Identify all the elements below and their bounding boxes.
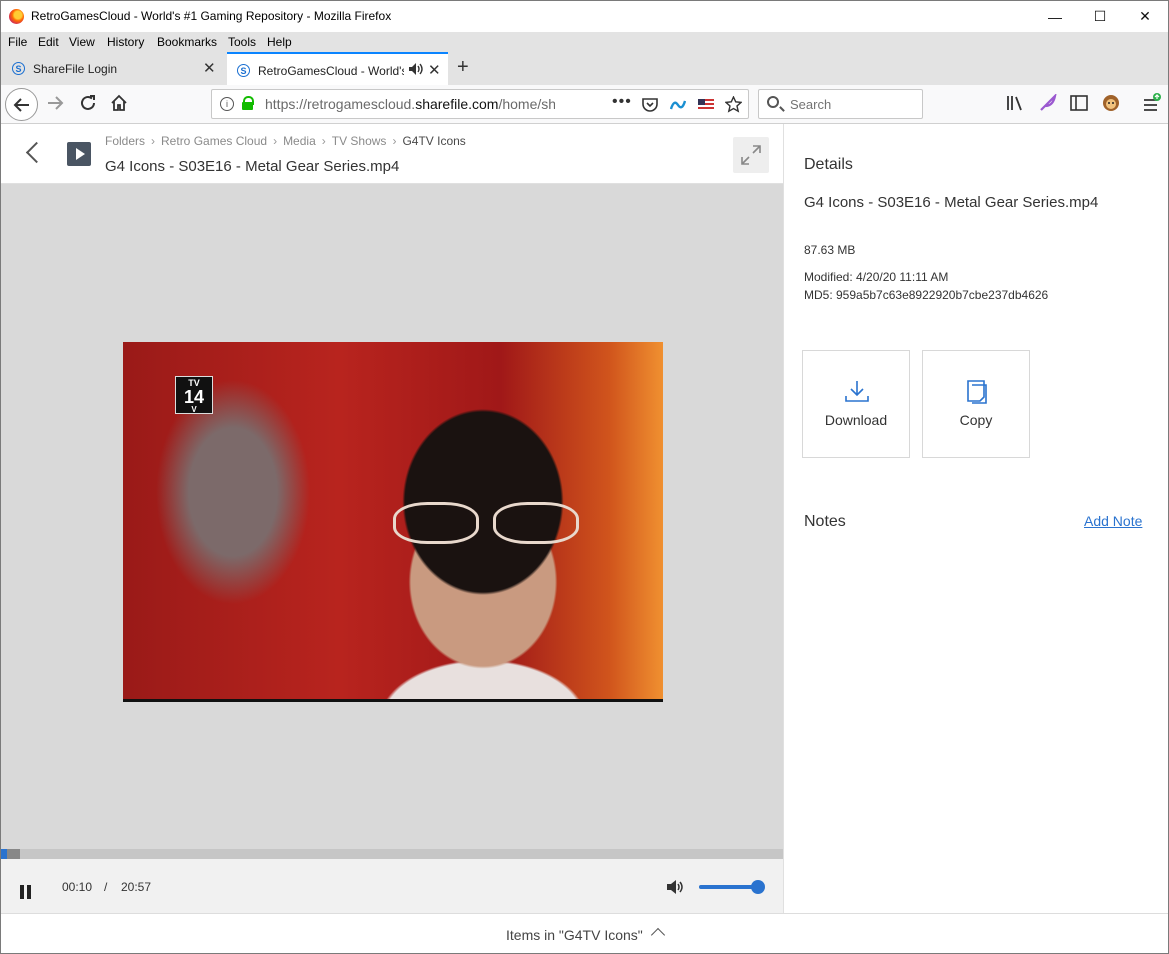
minimize-button[interactable]: —	[1032, 1, 1078, 32]
home-icon[interactable]	[110, 94, 128, 117]
menu-tools[interactable]: Tools	[228, 35, 256, 49]
seek-progress	[1, 849, 7, 859]
expand-arrows-icon	[741, 145, 761, 165]
breadcrumb-g4tv-icons[interactable]: G4TV Icons	[402, 134, 465, 148]
page-actions-ellipsis-icon[interactable]: •••	[612, 93, 632, 111]
breadcrumb-retro-games-cloud[interactable]: Retro Games Cloud	[161, 134, 267, 148]
firefox-logo-icon	[9, 9, 24, 24]
breadcrumb: Folders › Retro Games Cloud › Media › TV Shows…	[105, 134, 466, 148]
speaker-playing-icon[interactable]	[408, 62, 424, 79]
copy-icon	[967, 380, 987, 404]
breadcrumb-media[interactable]: Media	[283, 134, 316, 148]
library-icon[interactable]	[1006, 95, 1024, 116]
menu-edit[interactable]: Edit	[38, 35, 59, 49]
forward-arrow-icon[interactable]	[46, 95, 64, 116]
menu-bookmarks[interactable]: Bookmarks	[157, 35, 217, 49]
url-text[interactable]: https://retrogamescloud.sharefile.com/ho…	[265, 96, 555, 112]
volume-slider[interactable]	[699, 880, 765, 894]
close-button[interactable]: ✕	[1122, 1, 1168, 32]
sidebar-toggle-icon[interactable]	[1070, 95, 1088, 116]
details-panel: Details G4 Icons - S03E16 - Metal Gear S…	[783, 124, 1168, 913]
window-title: RetroGamesCloud - World's #1 Gaming Repo…	[31, 9, 392, 23]
back-chevron-icon[interactable]	[25, 141, 39, 165]
menu-view[interactable]: View	[69, 35, 95, 49]
details-file-name: G4 Icons - S03E16 - Metal Gear Series.mp…	[804, 194, 1099, 211]
new-tab-plus-icon[interactable]: +	[457, 56, 469, 79]
video-frame[interactable]: TV 14 V	[123, 342, 663, 702]
player-controls: 00:10 / 20:57	[1, 859, 783, 913]
tab-close-icon[interactable]: ✕	[428, 61, 441, 79]
pocket-icon[interactable]	[642, 97, 658, 115]
details-heading: Details	[804, 156, 853, 173]
menu-bar: File Edit View History Bookmarks Tools H…	[1, 32, 1168, 52]
modified-date: Modified: 4/20/20 11:11 AM	[804, 270, 949, 284]
bookmark-star-icon[interactable]	[724, 95, 743, 116]
download-label: Download	[824, 412, 888, 428]
search-placeholder: Search	[790, 97, 832, 112]
feather-extension-icon[interactable]	[1039, 92, 1057, 117]
breadcrumb-folders[interactable]: Folders	[105, 134, 145, 148]
search-icon	[767, 96, 779, 108]
page-content: Folders › Retro Games Cloud › Media › TV Shows…	[1, 124, 1168, 953]
monkey-extension-icon[interactable]	[1102, 94, 1120, 117]
sharefile-favicon-icon: S	[237, 64, 250, 77]
menu-help[interactable]: Help	[267, 35, 292, 49]
tab-retrogamescloud[interactable]: S RetroGamesCloud - World's #1 Gaming Re…	[227, 52, 448, 85]
tab-strip: S ShareFile Login ✕ S RetroGamesCloud - …	[1, 52, 1168, 85]
search-input[interactable]: Search	[758, 89, 923, 119]
items-drawer-toggle[interactable]: Items in "G4TV Icons"	[1, 913, 1168, 953]
chevron-right-icon: ›	[273, 134, 278, 148]
title-bar: RetroGamesCloud - World's #1 Gaming Repo…	[1, 1, 1168, 32]
hamburger-menu-icon[interactable]	[1142, 93, 1162, 118]
md5-hash: MD5: 959a5b7c63e8922920b7cbe237db4626	[804, 288, 1049, 302]
menu-file[interactable]: File	[8, 35, 27, 49]
back-arrow-icon[interactable]	[5, 88, 38, 121]
chevron-up-icon[interactable]	[650, 927, 666, 943]
tab-label: RetroGamesCloud - World's #1 Gaming Repo…	[258, 64, 404, 78]
copy-button[interactable]: Copy	[922, 350, 1030, 458]
time-separator: /	[104, 880, 108, 894]
download-button[interactable]: Download	[802, 350, 910, 458]
chevron-right-icon: ›	[151, 134, 156, 148]
video-player-area: Folders › Retro Games Cloud › Media › TV Shows…	[1, 124, 783, 913]
chevron-right-icon: ›	[321, 134, 326, 148]
firefox-window: RetroGamesCloud - World's #1 Gaming Repo…	[0, 0, 1169, 954]
extension-wave-icon[interactable]	[669, 98, 687, 114]
navigation-toolbar: i https://retrogamescloud.sharefile.com/…	[1, 85, 1168, 124]
chevron-right-icon: ›	[392, 134, 397, 148]
breadcrumb-tv-shows[interactable]: TV Shows	[332, 134, 387, 148]
volume-level	[699, 885, 758, 889]
volume-handle[interactable]	[751, 880, 765, 894]
us-flag-icon[interactable]	[698, 98, 714, 114]
address-bar[interactable]: i https://retrogamescloud.sharefile.com/…	[211, 89, 749, 119]
copy-label: Copy	[959, 412, 993, 428]
tab-label: ShareFile Login	[33, 62, 118, 76]
player-header: Folders › Retro Games Cloud › Media › TV Shows…	[1, 124, 783, 184]
add-note-link[interactable]: Add Note	[1084, 513, 1142, 529]
sharefile-favicon-icon: S	[12, 62, 25, 75]
page-title: G4 Icons - S03E16 - Metal Gear Series.mp…	[105, 158, 400, 175]
video-content-glasses	[383, 502, 583, 544]
menu-history[interactable]: History	[107, 35, 144, 49]
secure-lock-icon[interactable]	[242, 96, 254, 110]
duration: 20:57	[121, 880, 152, 894]
download-icon	[845, 381, 869, 402]
file-size: 87.63 MB	[804, 243, 856, 257]
tv-rating-badge: TV 14 V	[175, 376, 213, 414]
video-stage[interactable]: TV 14 V	[1, 184, 783, 849]
video-file-icon	[67, 142, 91, 166]
items-label: Items in "G4TV Icons"	[506, 927, 643, 943]
maximize-button[interactable]: ☐	[1077, 1, 1123, 32]
site-info-icon[interactable]: i	[220, 97, 234, 111]
tab-close-icon[interactable]: ✕	[203, 59, 216, 77]
notes-heading: Notes	[804, 513, 846, 530]
fullscreen-expand-button[interactable]	[733, 137, 769, 173]
reload-icon[interactable]	[79, 94, 97, 117]
volume-icon[interactable]	[666, 879, 684, 900]
current-time: 00:10	[62, 880, 93, 894]
pause-icon[interactable]	[20, 885, 32, 899]
seek-bar[interactable]	[1, 849, 783, 859]
tab-sharefile-login[interactable]: S ShareFile Login ✕	[1, 52, 225, 85]
